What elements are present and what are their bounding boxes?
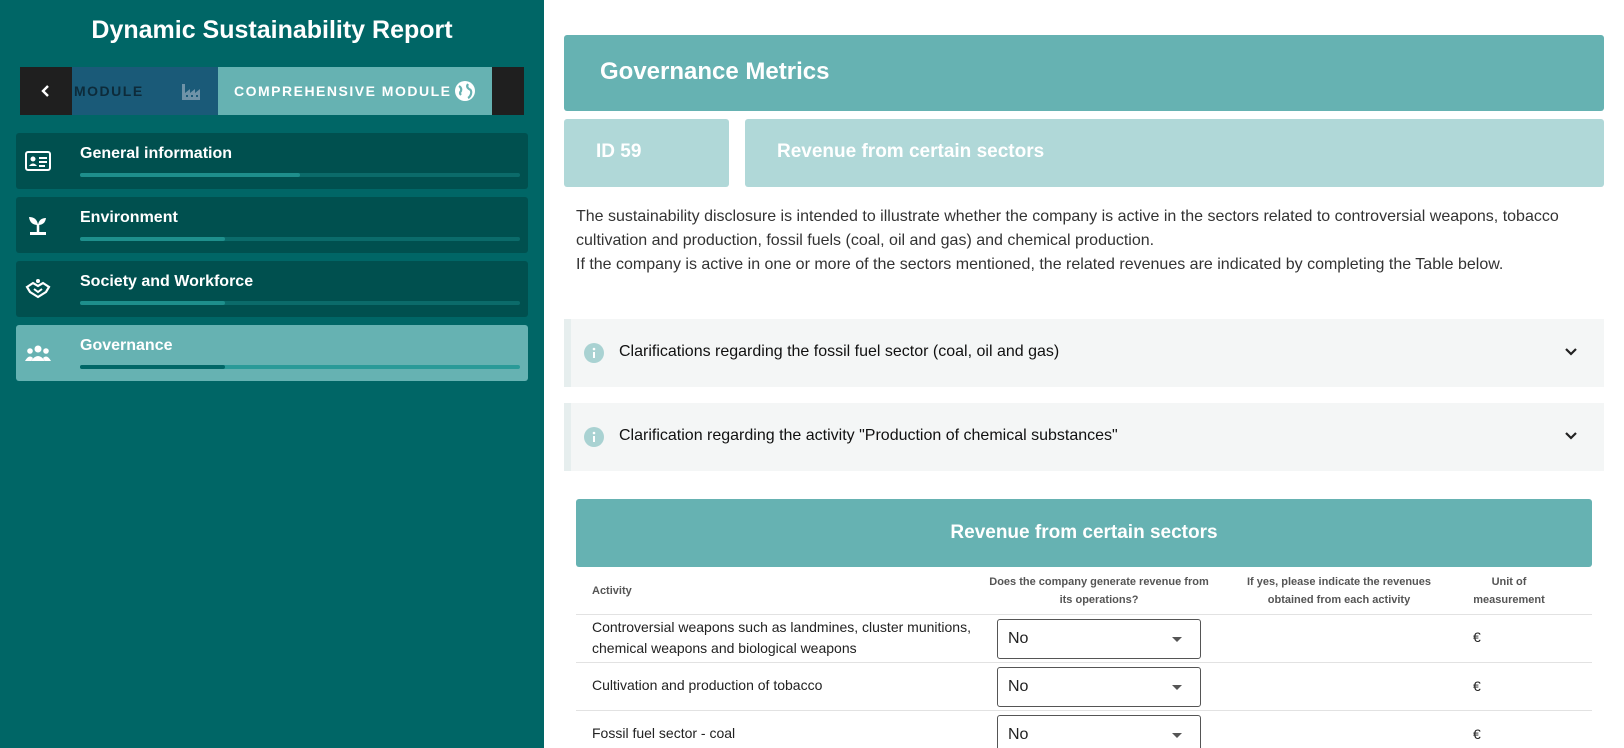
row-activity-label: Fossil fuel sector - coal	[592, 725, 736, 741]
people-icon	[24, 341, 52, 365]
select-value: No	[1008, 678, 1029, 695]
unit-of-measurement: €	[1473, 726, 1481, 742]
metric-title-box: Revenue from certain sectors	[745, 119, 1604, 187]
sidebar-item-label: Governance	[80, 337, 173, 354]
column-header-activity: Activity	[592, 585, 632, 597]
info-icon	[584, 343, 604, 363]
tab-module[interactable]: MODULE	[72, 67, 218, 115]
accordion-fossil-fuel[interactable]: Clarifications regarding the fossil fuel…	[564, 319, 1604, 387]
metric-title: Revenue from certain sectors	[777, 141, 1045, 162]
revenue-generated-select[interactable]: No	[997, 715, 1201, 748]
sidebar-item-label: Environment	[80, 209, 178, 226]
handshake-icon	[24, 277, 52, 301]
chevron-down-icon	[1565, 348, 1577, 356]
description-paragraph-1: The sustainability disclosure is intende…	[576, 208, 1559, 249]
select-value: No	[1008, 630, 1029, 647]
back-button[interactable]	[20, 67, 72, 115]
metric-description: The sustainability disclosure is intende…	[576, 205, 1596, 277]
page-header: Governance Metrics	[564, 35, 1604, 111]
sidebar-item-general-information[interactable]: General information	[16, 133, 528, 189]
table-title: Revenue from certain sectors	[950, 522, 1218, 543]
plant-icon	[24, 213, 52, 237]
app-title: Dynamic Sustainability Report	[91, 16, 453, 44]
sidebar-item-governance[interactable]: Governance	[16, 325, 528, 381]
progress-bar	[80, 301, 520, 305]
progress-fill	[80, 365, 226, 369]
chevron-down-icon	[1565, 432, 1577, 440]
progress-fill	[80, 173, 300, 177]
revenue-generated-select[interactable]: No	[997, 619, 1201, 659]
description-paragraph-2: If the company is active in one or more …	[576, 256, 1504, 273]
table-divider	[576, 614, 1592, 615]
progress-fill	[80, 237, 226, 241]
table-divider	[576, 710, 1592, 711]
dropdown-arrow-icon	[1172, 685, 1182, 690]
module-switcher: MODULE COMPREHENSIVE MODULE	[20, 67, 524, 115]
tab-module-label: MODULE	[74, 83, 144, 99]
column-header-generate: Does the company generate revenue from i…	[989, 576, 1209, 606]
tab-comprehensive-module[interactable]: COMPREHENSIVE MODULE	[218, 67, 492, 115]
progress-fill	[80, 301, 226, 305]
factory-icon	[182, 84, 200, 100]
table-title-bar: Revenue from certain sectors	[576, 499, 1592, 567]
revenue-generated-select[interactable]: No	[997, 667, 1201, 707]
sidebar-item-label: Society and Workforce	[80, 273, 254, 290]
page-title: Governance Metrics	[600, 58, 830, 85]
sidebar-item-label: General information	[80, 145, 233, 162]
metric-id: ID 59	[596, 141, 642, 162]
column-header-unit: Unit of measurement	[1473, 576, 1545, 606]
sidebar: Dynamic Sustainability Report MODULE COM…	[0, 0, 544, 748]
chevron-left-icon	[41, 85, 49, 97]
accordion-title: Clarification regarding the activity "Pr…	[619, 427, 1118, 444]
select-value: No	[1008, 726, 1029, 743]
dropdown-arrow-icon	[1172, 637, 1182, 642]
accordion-title: Clarifications regarding the fossil fuel…	[619, 343, 1060, 360]
id-card-icon	[24, 149, 52, 173]
metric-id-box: ID 59	[564, 119, 729, 187]
sidebar-item-society-and-workforce[interactable]: Society and Workforce	[16, 261, 528, 317]
column-header-revenues: If yes, please indicate the revenues obt…	[1246, 576, 1432, 606]
unit-of-measurement: €	[1473, 629, 1481, 645]
progress-bar	[80, 173, 520, 177]
accordion-chemical[interactable]: Clarification regarding the activity "Pr…	[564, 403, 1604, 471]
globe-icon	[455, 81, 475, 101]
unit-of-measurement: €	[1473, 678, 1481, 694]
row-activity-label: Cultivation and production of tobacco	[592, 677, 823, 693]
dropdown-arrow-icon	[1172, 733, 1182, 738]
info-icon	[584, 427, 604, 447]
main-content: Governance Metrics ID 59 Revenue from ce…	[544, 0, 1624, 748]
sidebar-item-environment[interactable]: Environment	[16, 197, 528, 253]
row-activity-label: Controversial weapons such as landmines,…	[592, 619, 971, 656]
progress-bar	[80, 237, 520, 241]
table-divider	[576, 662, 1592, 663]
tab-comprehensive-label: COMPREHENSIVE MODULE	[234, 83, 452, 99]
progress-bar	[80, 365, 520, 369]
